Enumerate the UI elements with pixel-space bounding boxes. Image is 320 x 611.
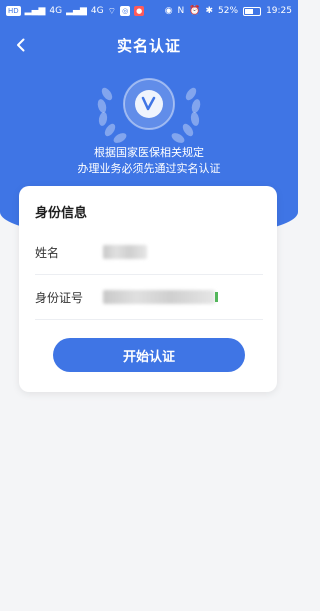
hd-badge: HD <box>6 6 21 16</box>
nfc-icon: N <box>177 6 185 16</box>
verified-badge-icon <box>97 78 201 143</box>
id-row[interactable]: 身份证号 <box>35 276 263 320</box>
app-badge: ◎ <box>120 6 131 16</box>
eye-icon: ◉ <box>164 6 173 16</box>
bluetooth-icon: ✱ <box>205 6 214 16</box>
redacted-id <box>103 289 215 304</box>
name-value <box>103 244 263 262</box>
clock-time: 19:25 <box>266 6 292 16</box>
card-title: 身份信息 <box>35 206 88 221</box>
network-badge-2: 4G <box>90 6 104 16</box>
signal-icon-2: ▂▄▆ <box>66 6 87 16</box>
name-label: 姓名 <box>35 246 60 260</box>
hero-description: 根据国家医保相关规定 办理业务必须先通过实名认证 <box>0 145 298 177</box>
redacted-name <box>103 244 147 259</box>
identity-card: 身份信息 姓名 身份证号 开始认证 <box>19 186 277 392</box>
battery-percent: 52% <box>218 6 239 16</box>
status-bar: HD ▂▄▆ 4G ▂▄▆ 4G ⌔ ◎ ● ◉ N ⏰ ✱ 52% 19:25 <box>0 0 298 22</box>
alarm-icon: ⏰ <box>189 6 201 16</box>
notification-badge: ● <box>134 6 145 16</box>
page-title: 实名认证 <box>116 36 181 55</box>
hero-line-1: 根据国家医保相关规定 <box>94 146 204 159</box>
wifi-icon: ⌔ <box>107 6 117 17</box>
hero-line-2: 办理业务必须先通过实名认证 <box>77 162 221 175</box>
signal-icon: ▂▄▆ <box>24 6 46 16</box>
status-right: ◉ N ⏰ ✱ 52% 19:25 <box>165 6 292 16</box>
chevron-left-icon <box>17 38 25 52</box>
id-marker <box>215 291 218 302</box>
name-row[interactable]: 姓名 <box>35 231 263 275</box>
top-nav: 实名认证 <box>0 28 298 62</box>
status-left: HD ▂▄▆ 4G ▂▄▆ 4G ⌔ ◎ ● <box>6 6 145 17</box>
network-badge-1: 4G <box>49 6 63 16</box>
id-value <box>103 289 263 307</box>
battery-icon <box>243 6 262 16</box>
start-verification-button[interactable]: 开始认证 <box>53 338 245 372</box>
back-button[interactable] <box>10 34 32 56</box>
id-label: 身份证号 <box>35 291 84 305</box>
